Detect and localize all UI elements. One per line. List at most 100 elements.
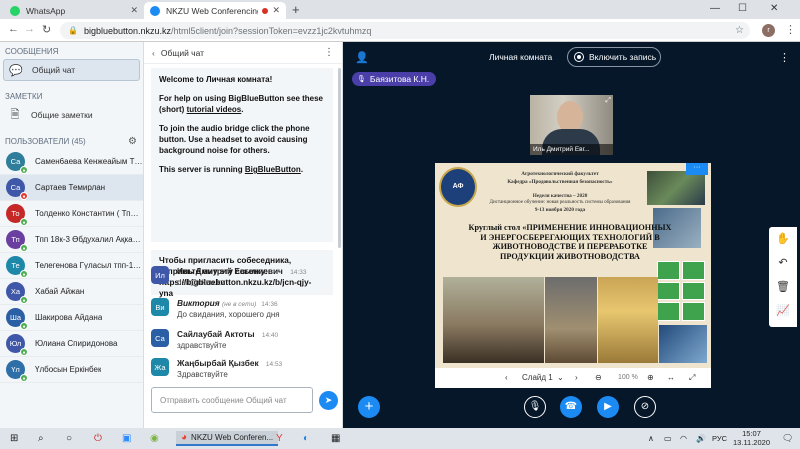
mic-status-icon: ● (20, 270, 28, 278)
back-icon[interactable]: ← (8, 23, 19, 35)
mic-off-icon: 🎙 (528, 401, 542, 412)
fit-width-icon[interactable]: ↔ (667, 373, 675, 382)
user-list-item[interactable]: Са ● Самен6аева Кенжеайым Тіле (0, 149, 143, 175)
next-slide-icon[interactable]: › (575, 373, 578, 382)
taskbar-chrome-item[interactable]: ◕ NKZU Web Conferen... (176, 431, 279, 446)
avatar: Тп ● (6, 230, 28, 252)
chat-message-input[interactable]: Отправить сообщение Общий чат (151, 387, 313, 413)
search-icon[interactable]: ⌕ (38, 431, 44, 446)
user-list-item[interactable]: Үл ● Үлбосын Еркінбек (0, 357, 143, 383)
send-button[interactable]: ➤ (319, 391, 338, 410)
gear-icon[interactable]: ⚙ (128, 136, 137, 147)
message-text: До свидания, хорошего дня (177, 310, 280, 319)
presentation-menu-button[interactable]: ··· (686, 163, 708, 175)
chat-title: Общий чат (160, 47, 205, 58)
volume-icon[interactable]: 🔊 (696, 431, 706, 446)
windows-start-icon[interactable]: ⊞ (10, 431, 18, 446)
record-button[interactable]: Включить запись (567, 47, 661, 67)
address-bar: ← → ↻ 🔒 bigbluebutton.nkzu.kz/html5clien… (0, 19, 800, 42)
user-list-item[interactable]: Ша ● Шакирова Айдана (0, 305, 143, 331)
chat-options-icon[interactable]: ⋮ (324, 47, 334, 58)
edge-icon[interactable]: ◐ (303, 431, 309, 446)
actions-button[interactable]: + (358, 396, 380, 418)
plus-icon: + (364, 398, 374, 415)
user-list-item[interactable]: Са ● Сартаев Темирлан (0, 175, 143, 201)
public-chat-label: Общий чат (32, 65, 76, 75)
network-icon[interactable]: ▭ (664, 431, 672, 446)
tray-up-icon[interactable]: ∧ (648, 431, 654, 446)
app-icon-green[interactable]: ◉ (150, 431, 159, 446)
message-time: 14:33 (290, 269, 307, 276)
close-window-icon[interactable]: ✕ (770, 3, 778, 14)
lock-icon: 🔒 (68, 26, 78, 35)
minimize-icon[interactable]: — (710, 3, 720, 14)
avatar: Жа (151, 358, 169, 376)
user-list-item[interactable]: Ха ● Хабай Айжан (0, 279, 143, 305)
zoom-app-icon[interactable]: ▣ (122, 431, 131, 446)
avatar: Ша ● (6, 308, 28, 330)
language-indicator[interactable]: РУС (712, 431, 727, 446)
url-host: bigbluebutton.nkzu.kz (83, 25, 172, 36)
zoom-level: 100 % (618, 374, 638, 381)
chat-scrollbar[interactable] (338, 68, 341, 248)
undo-icon[interactable]: ↶ (775, 255, 791, 271)
user-list-item[interactable]: Те ● Телегенова Гүласыл тпп-18-3 (0, 253, 143, 279)
welcome-message: Welcome to Личная комната! For help on u… (151, 68, 333, 242)
zoom-in-icon[interactable]: ⊕ (647, 373, 654, 382)
chevron-down-icon[interactable]: ⌄ (557, 373, 564, 382)
hand-tool-icon[interactable]: ✋ (775, 231, 791, 247)
bbb-icon (150, 5, 160, 16)
expand-icon[interactable]: ⤢ (605, 97, 611, 105)
screenshare-button[interactable]: ⊘ (634, 396, 656, 418)
yandex-icon[interactable]: Y (276, 431, 283, 446)
app-icon-red[interactable]: ⏻ (94, 431, 102, 446)
tab-nkzu[interactable]: NKZU Web Conferencing - ( ✕ (144, 2, 286, 19)
slide-photo-cows (443, 277, 544, 363)
audio-button[interactable]: ☎ (560, 396, 582, 418)
public-chat-item[interactable]: 💬 Общий чат (3, 59, 140, 81)
avatar: Са ● (6, 152, 28, 174)
notifications-icon[interactable]: 🗨 (782, 431, 793, 446)
shared-notes-item[interactable]: 🗎 Общие заметки (3, 104, 140, 126)
avatar: Үл ● (6, 360, 28, 382)
send-icon: ➤ (324, 395, 333, 405)
chevron-left-icon[interactable]: ‹ (152, 48, 155, 58)
maximize-icon[interactable]: ☐ (738, 3, 747, 14)
webcam-video[interactable]: ⤢ Иль Дмитрий Евг... (530, 95, 613, 155)
user-list-item[interactable]: Юл ● Юлиана Спиридонова (0, 331, 143, 357)
profile-avatar[interactable]: r (762, 24, 775, 37)
bbb-link[interactable]: BigBlueButton (245, 165, 301, 174)
calculator-icon[interactable]: ▦ (331, 431, 340, 446)
message-sender: Иль Дмитрий Евгениевич 14:33 (177, 266, 307, 276)
wifi-icon[interactable]: ◠ (680, 431, 687, 446)
slide-selector[interactable]: Слайд 1 (522, 373, 553, 382)
fullscreen-icon[interactable]: ⤢ (689, 373, 695, 383)
multi-user-icon[interactable]: 📈 (775, 303, 791, 319)
star-icon[interactable]: ☆ (735, 25, 744, 36)
url-input[interactable]: 🔒 bigbluebutton.nkzu.kz/html5client/join… (60, 22, 750, 39)
options-icon[interactable]: ⋮ (779, 51, 790, 64)
tab-whatsapp[interactable]: WhatsApp ✕ (4, 2, 144, 19)
reload-icon[interactable]: ↻ (42, 23, 51, 36)
menu-icon[interactable]: ⋮ (785, 23, 796, 36)
user-icon[interactable]: 👤 (355, 51, 369, 64)
cortana-icon[interactable]: ○ (66, 431, 72, 446)
slide-title: Круглый стол «ПРИМЕНЕНИЕ ИННОВАЦИОННЫХ И… (468, 223, 672, 261)
new-tab-button[interactable]: + (292, 2, 300, 17)
mute-button[interactable]: 🎙 (524, 396, 546, 418)
clock[interactable]: 15:07 13.11.2020 (733, 429, 770, 447)
user-list-item[interactable]: То ● Толденко Константин ( Тплк... (0, 201, 143, 227)
close-icon[interactable]: ✕ (272, 5, 280, 16)
forward-icon[interactable]: → (24, 23, 35, 35)
tutorial-link[interactable]: tutorial videos (187, 105, 242, 114)
zoom-out-icon[interactable]: ⊖ (595, 373, 602, 382)
chat-message: Са Сайлаубай Актоты 14:40 здравствуйте (151, 329, 333, 350)
user-list-item[interactable]: Тп ● Тпп 18к-3 Өбдухалил Ақкари... (0, 227, 143, 253)
camera-button[interactable]: ▶ (597, 396, 619, 418)
close-icon[interactable]: ✕ (130, 5, 138, 16)
trash-icon[interactable]: 🗑 (775, 279, 791, 295)
talking-indicator[interactable]: 🎙 Баязитова К.Н. (352, 72, 437, 86)
prev-slide-icon[interactable]: ‹ (505, 373, 508, 382)
message-sender: Виктория (не в сети) 14:36 (177, 298, 278, 308)
whiteboard-toolbar: ✋ ↶ 🗑 📈 (769, 227, 797, 327)
